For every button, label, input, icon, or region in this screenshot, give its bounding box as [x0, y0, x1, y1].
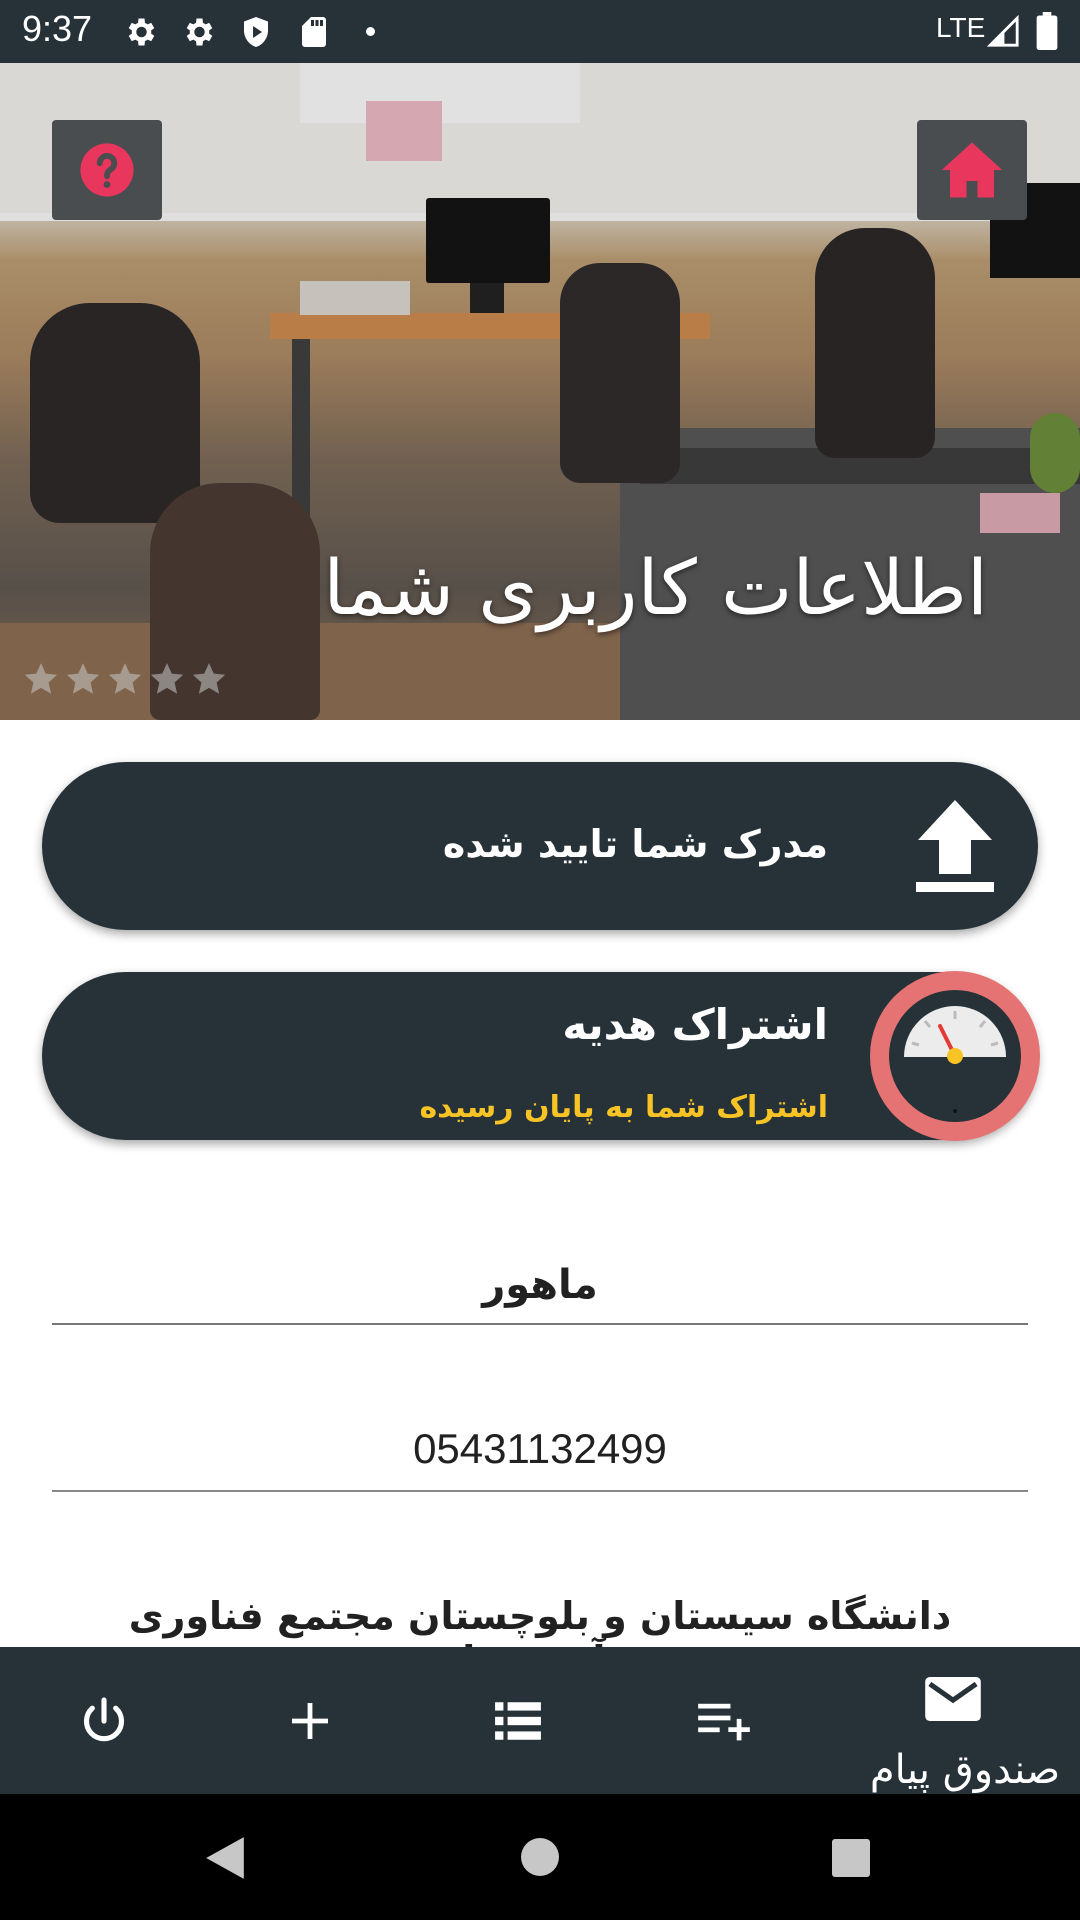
- signal-icon: [986, 14, 1019, 47]
- nav-playlist-add-button[interactable]: [640, 1647, 808, 1794]
- nav-list-button[interactable]: [434, 1647, 602, 1794]
- help-button[interactable]: [52, 120, 162, 220]
- home-icon: [941, 142, 1003, 198]
- dot-icon: [366, 27, 375, 36]
- network-label: LTE: [936, 12, 986, 43]
- star-icon: [24, 663, 58, 694]
- settings-icon: [186, 18, 213, 46]
- system-navigation-bar: [0, 1794, 1080, 1920]
- status-time: 9:37: [22, 8, 93, 49]
- phone-field-underline: [52, 1490, 1028, 1492]
- status-bar: 9:37 LTE: [0, 0, 1080, 63]
- nav-power-button[interactable]: [20, 1647, 188, 1794]
- nav-add-button[interactable]: [226, 1647, 394, 1794]
- home-nav-icon[interactable]: [521, 1838, 559, 1876]
- playlist-add-icon: [698, 1703, 750, 1740]
- star-icon: [150, 663, 184, 694]
- nav-inbox-label: صندوق پیام: [869, 1747, 1061, 1793]
- rating-bar[interactable]: [22, 660, 228, 698]
- subscription-title: اشتراک هدیه: [562, 1000, 828, 1049]
- add-icon: [292, 1702, 328, 1739]
- power-icon: [83, 1696, 125, 1741]
- gauge-icon: [870, 971, 1040, 1141]
- subscription-status: اشتراک شما به پایان رسیده: [419, 1090, 828, 1125]
- mail-icon: [925, 1677, 981, 1721]
- back-icon[interactable]: [204, 1835, 246, 1881]
- home-button[interactable]: [917, 120, 1027, 220]
- page-title: اطلاعات کاربری شما: [323, 543, 988, 632]
- document-status-card[interactable]: مدرک شما تایید شده: [42, 762, 1038, 930]
- name-field[interactable]: ماهور: [52, 1262, 1028, 1308]
- upload-icon: [916, 800, 994, 892]
- list-icon: [495, 1701, 541, 1740]
- phone-field[interactable]: 05431132499: [52, 1425, 1028, 1473]
- document-status-label: مدرک شما تایید شده: [442, 822, 828, 866]
- name-field-underline: [52, 1323, 1028, 1325]
- star-icon: [108, 663, 142, 694]
- bottom-navigation: صندوق پیام: [0, 1647, 1080, 1794]
- star-icon: [66, 663, 100, 694]
- help-icon: [80, 143, 134, 197]
- star-icon: [192, 663, 226, 694]
- shield-icon: [244, 17, 268, 47]
- subscription-card[interactable]: اشتراک هدیه اشتراک شما به پایان رسیده: [42, 971, 1040, 1141]
- recents-icon[interactable]: [832, 1839, 870, 1877]
- battery-icon: [1036, 12, 1058, 50]
- sd-card-icon: [302, 17, 326, 47]
- settings-icon: [128, 18, 155, 46]
- header-image: اطلاعات کاربری شما: [0, 63, 1080, 720]
